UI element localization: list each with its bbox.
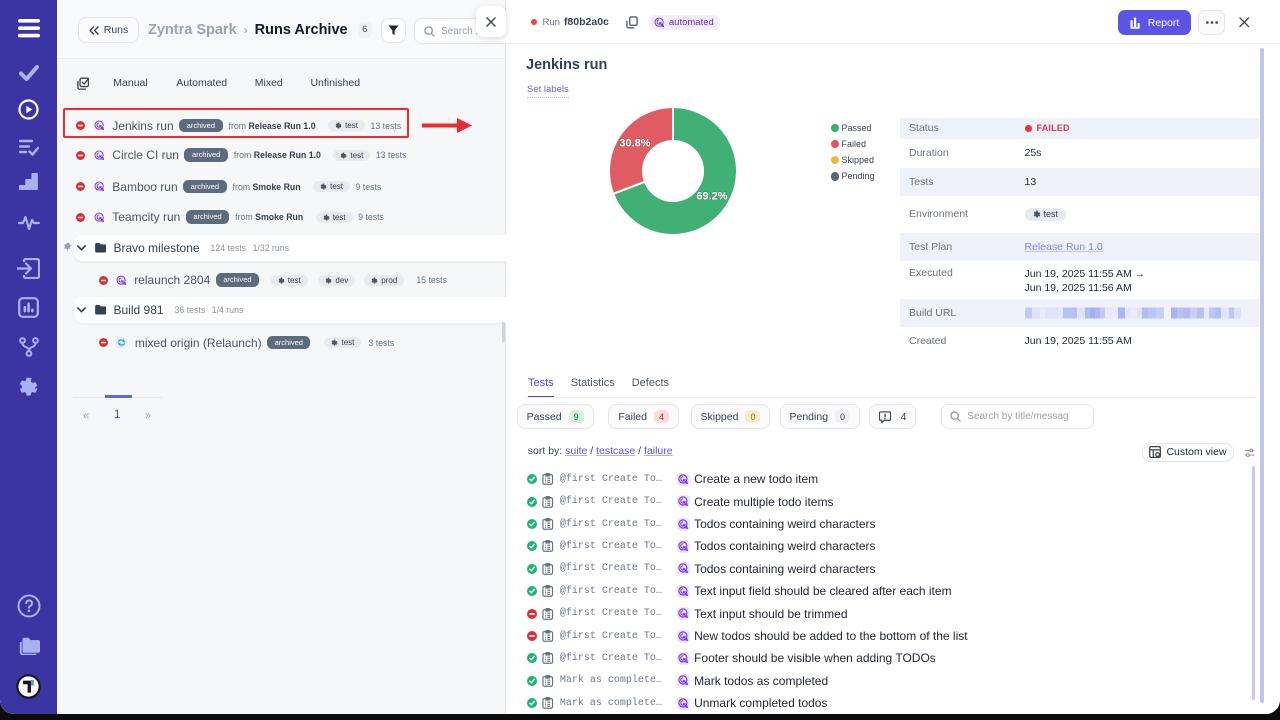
- svg-text:69.2%: 69.2%: [696, 191, 727, 203]
- svg-text:30.8%: 30.8%: [619, 138, 650, 150]
